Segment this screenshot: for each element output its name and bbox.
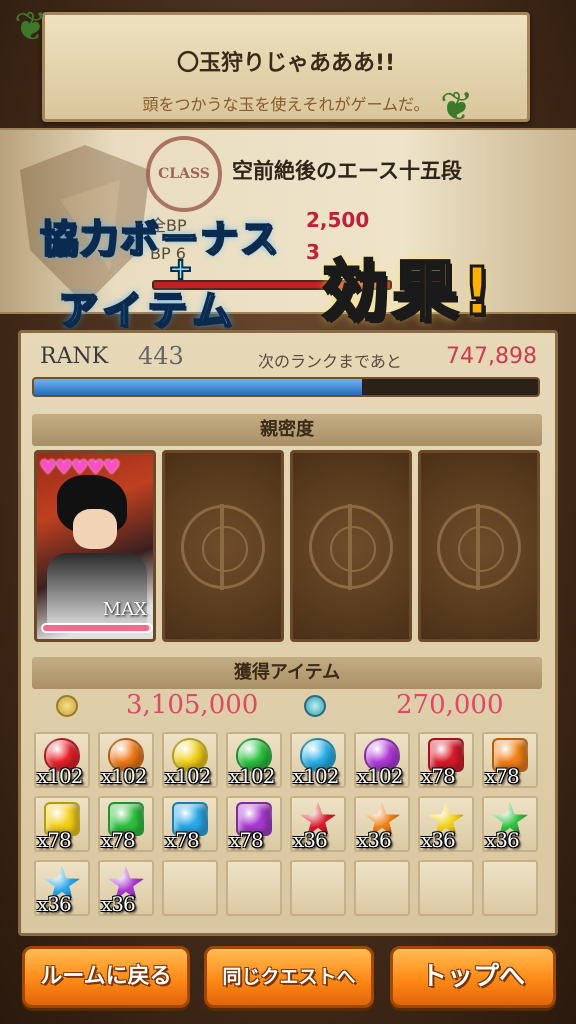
- item-quantity: x36: [357, 828, 392, 852]
- character-coat: [47, 553, 147, 633]
- same-quest-button[interactable]: 同じクエストへ: [204, 946, 374, 1008]
- item-slot[interactable]: x102: [354, 732, 410, 788]
- item-slot[interactable]: x36: [354, 796, 410, 852]
- item-slot[interactable]: x36: [290, 796, 346, 852]
- empty-item-slot: [418, 860, 474, 916]
- item-quantity: x78: [101, 828, 136, 852]
- vine-icon: ❦: [440, 84, 474, 130]
- item-slot[interactable]: x36: [418, 796, 474, 852]
- item-slot[interactable]: x102: [98, 732, 154, 788]
- items-header: 獲得アイテム: [32, 657, 542, 689]
- item-slot[interactable]: x36: [482, 796, 538, 852]
- affinity-header: 親密度: [32, 414, 542, 446]
- empty-item-slot: [482, 860, 538, 916]
- item-slot[interactable]: x102: [34, 732, 90, 788]
- item-quantity: x36: [37, 892, 72, 916]
- coin-icon: [56, 695, 78, 717]
- item-slot[interactable]: x78: [34, 796, 90, 852]
- rank-label: RANK: [40, 344, 109, 369]
- empty-card-slot: [290, 450, 412, 642]
- item-quantity: x36: [421, 828, 456, 852]
- effect-text: 効果!: [320, 252, 497, 332]
- character-card[interactable]: ♥♥♥♥♥ MAX: [34, 450, 156, 642]
- item-quantity: x102: [165, 764, 211, 788]
- empty-item-slot: [354, 860, 410, 916]
- item-slot[interactable]: x102: [290, 732, 346, 788]
- item-quantity: x36: [101, 892, 136, 916]
- item-quantity: x78: [37, 828, 72, 852]
- character-face: [73, 509, 117, 549]
- exp-bar-fill: [34, 379, 362, 395]
- item-slot[interactable]: x102: [162, 732, 218, 788]
- item-slot[interactable]: x78: [482, 732, 538, 788]
- wheel-icon: [437, 504, 521, 590]
- top-button[interactable]: トップへ: [390, 946, 556, 1008]
- max-label: MAX: [102, 599, 147, 620]
- affinity-bar-fill: [43, 625, 149, 631]
- item-quantity: x36: [485, 828, 520, 852]
- item-quantity: x78: [421, 764, 456, 788]
- item-text: アイテム: [57, 287, 238, 335]
- item-quantity: x78: [229, 828, 264, 852]
- class-stamp: CLASS: [146, 136, 222, 212]
- item-slot[interactable]: x102: [226, 732, 282, 788]
- exp-bar: [32, 377, 540, 397]
- empty-item-slot: [290, 860, 346, 916]
- bp-value-2: 3: [306, 240, 320, 264]
- return-room-button[interactable]: ルームに戻る: [22, 946, 190, 1008]
- soul-reward: 270,000: [396, 690, 504, 720]
- coin-reward: 3,105,000: [126, 690, 259, 720]
- banner-title: 〇玉狩りじゃあああ!!: [176, 51, 396, 76]
- wheel-icon: [309, 504, 393, 590]
- item-quantity: x78: [165, 828, 200, 852]
- item-slot[interactable]: x78: [162, 796, 218, 852]
- item-quantity: x102: [101, 764, 147, 788]
- item-quantity: x102: [357, 764, 403, 788]
- vine-icon: ❦: [14, 4, 48, 50]
- class-name: 空前絶後のエース十五段: [232, 159, 462, 183]
- item-slot[interactable]: x78: [98, 796, 154, 852]
- soul-icon: [304, 695, 326, 717]
- item-quantity: x102: [293, 764, 339, 788]
- item-slot[interactable]: x36: [98, 860, 154, 916]
- empty-card-slot: [162, 450, 284, 642]
- bp-value: 2,500: [306, 208, 370, 232]
- rank-value: 443: [138, 342, 184, 370]
- coop-bonus-text: 協力ボーナス: [39, 216, 281, 262]
- item-slot[interactable]: x36: [34, 860, 90, 916]
- empty-card-slot: [418, 450, 540, 642]
- affinity-bar: [41, 623, 153, 633]
- next-rank-value: 747,898: [446, 344, 537, 369]
- item-quantity: x102: [229, 764, 275, 788]
- item-quantity: x78: [485, 764, 520, 788]
- item-quantity: x36: [293, 828, 328, 852]
- item-quantity: x102: [37, 764, 83, 788]
- next-rank-label: 次のランクまであと: [258, 352, 402, 371]
- item-slot[interactable]: x78: [418, 732, 474, 788]
- empty-item-slot: [226, 860, 282, 916]
- empty-item-slot: [162, 860, 218, 916]
- item-slot[interactable]: x78: [226, 796, 282, 852]
- wheel-icon: [181, 504, 265, 590]
- heart-icons: ♥♥♥♥♥: [39, 455, 121, 479]
